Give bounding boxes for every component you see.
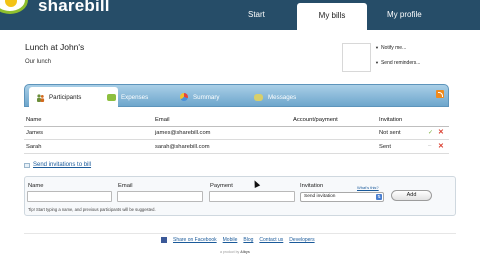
envelope-icon	[24, 163, 30, 168]
powered-by-text: a product by	[220, 250, 240, 254]
name-input[interactable]	[27, 191, 112, 202]
triangle-down-icon: ▼	[375, 45, 379, 50]
col-invitation: Invitation	[379, 117, 403, 123]
tab-expenses-label: Expenses	[121, 93, 149, 101]
logo-text: sharebill	[38, 0, 110, 15]
tip-text: Tip! Start typing a name, and previous p…	[28, 207, 156, 212]
delete-icon[interactable]: ✕	[438, 128, 444, 136]
logo-mark-icon	[0, 0, 28, 14]
tab-messages[interactable]: Messages	[254, 90, 296, 104]
participant-email: sarah@sharebill.com	[155, 144, 210, 150]
invitation-select-value: Send invitation	[304, 194, 336, 199]
rss-icon[interactable]	[436, 90, 444, 98]
footer-link-contact[interactable]: Contact us	[259, 237, 283, 243]
delete-icon[interactable]: ✕	[438, 142, 444, 150]
col-account: Account/payment	[293, 117, 338, 123]
table-row: James james@sharebill.com Not sent ✓ ✕	[24, 127, 449, 140]
form-label-invitation: Invitation	[300, 183, 324, 189]
send-reminders-link[interactable]: ▼ Send reminders...	[375, 60, 420, 66]
bill-photo[interactable]	[342, 43, 371, 72]
bill-subtitle: Our lunch	[25, 59, 52, 65]
participants-table-header: Name Email Account/payment Invitation	[24, 116, 449, 127]
notify-link[interactable]: ▼ Notify me...	[375, 45, 406, 51]
form-label-name: Name	[28, 183, 44, 189]
dropdown-arrow-icon: ⇅	[376, 194, 382, 200]
tab-summary-label: Summary	[193, 93, 220, 101]
company-logo[interactable]: Albys	[240, 250, 250, 254]
form-label-email: Email	[118, 183, 133, 189]
tab-participants-label: Participants	[49, 94, 82, 101]
add-button[interactable]: Add	[391, 190, 432, 201]
participant-invitation: Sent	[379, 144, 391, 150]
participant-email: james@sharebill.com	[155, 130, 211, 136]
facebook-icon	[161, 237, 167, 243]
speech-bubble-icon	[254, 93, 263, 101]
footer-divider	[24, 233, 456, 234]
bill-title: Lunch at John's	[25, 42, 85, 52]
payment-input[interactable]	[209, 191, 295, 202]
footer-link-blog[interactable]: Blog	[243, 237, 253, 243]
col-email: Email	[155, 117, 170, 123]
footer-link-developers[interactable]: Developers	[289, 237, 314, 243]
email-input[interactable]	[117, 191, 203, 202]
form-label-payment: Payment	[210, 183, 233, 189]
invitation-select[interactable]: Send invitation ⇅	[300, 192, 384, 202]
col-name: Name	[26, 117, 42, 123]
pie-chart-icon	[180, 93, 188, 101]
whats-this-link[interactable]: What's this?	[357, 185, 379, 190]
people-icon	[36, 93, 45, 102]
footer-link-mobile[interactable]: Mobile	[223, 237, 238, 243]
nav-my-profile[interactable]: My profile	[387, 10, 422, 19]
participant-invitation: Not sent	[379, 130, 401, 136]
participant-name: Sarah	[26, 144, 42, 150]
nav-start[interactable]: Start	[248, 10, 265, 19]
table-row: Sarah sarah@sharebill.com Sent – ✕	[24, 141, 449, 154]
tab-summary[interactable]: Summary	[180, 90, 219, 104]
tab-strip: Participants Expenses Summary Messages	[24, 84, 449, 108]
footer-links: Share on Facebook Mobile Blog Contact us…	[161, 237, 315, 243]
tab-expenses[interactable]: Expenses	[107, 90, 148, 104]
triangle-down-icon: ▼	[375, 60, 379, 65]
nav-my-bills[interactable]: My bills	[297, 3, 367, 30]
participant-name: James	[26, 130, 44, 136]
top-header: sharebill Start My bills My profile	[0, 0, 480, 30]
tab-participants[interactable]: Participants	[29, 87, 118, 108]
tab-messages-label: Messages	[268, 93, 297, 101]
powered-by: a product by Albys	[220, 250, 250, 254]
dash-icon: –	[428, 143, 432, 149]
checkmark-icon[interactable]: ✓	[428, 129, 433, 136]
footer-link-facebook[interactable]: Share on Facebook	[173, 237, 217, 243]
money-icon	[107, 93, 116, 101]
send-invitations-link[interactable]: Send invitations to bill	[33, 162, 91, 168]
